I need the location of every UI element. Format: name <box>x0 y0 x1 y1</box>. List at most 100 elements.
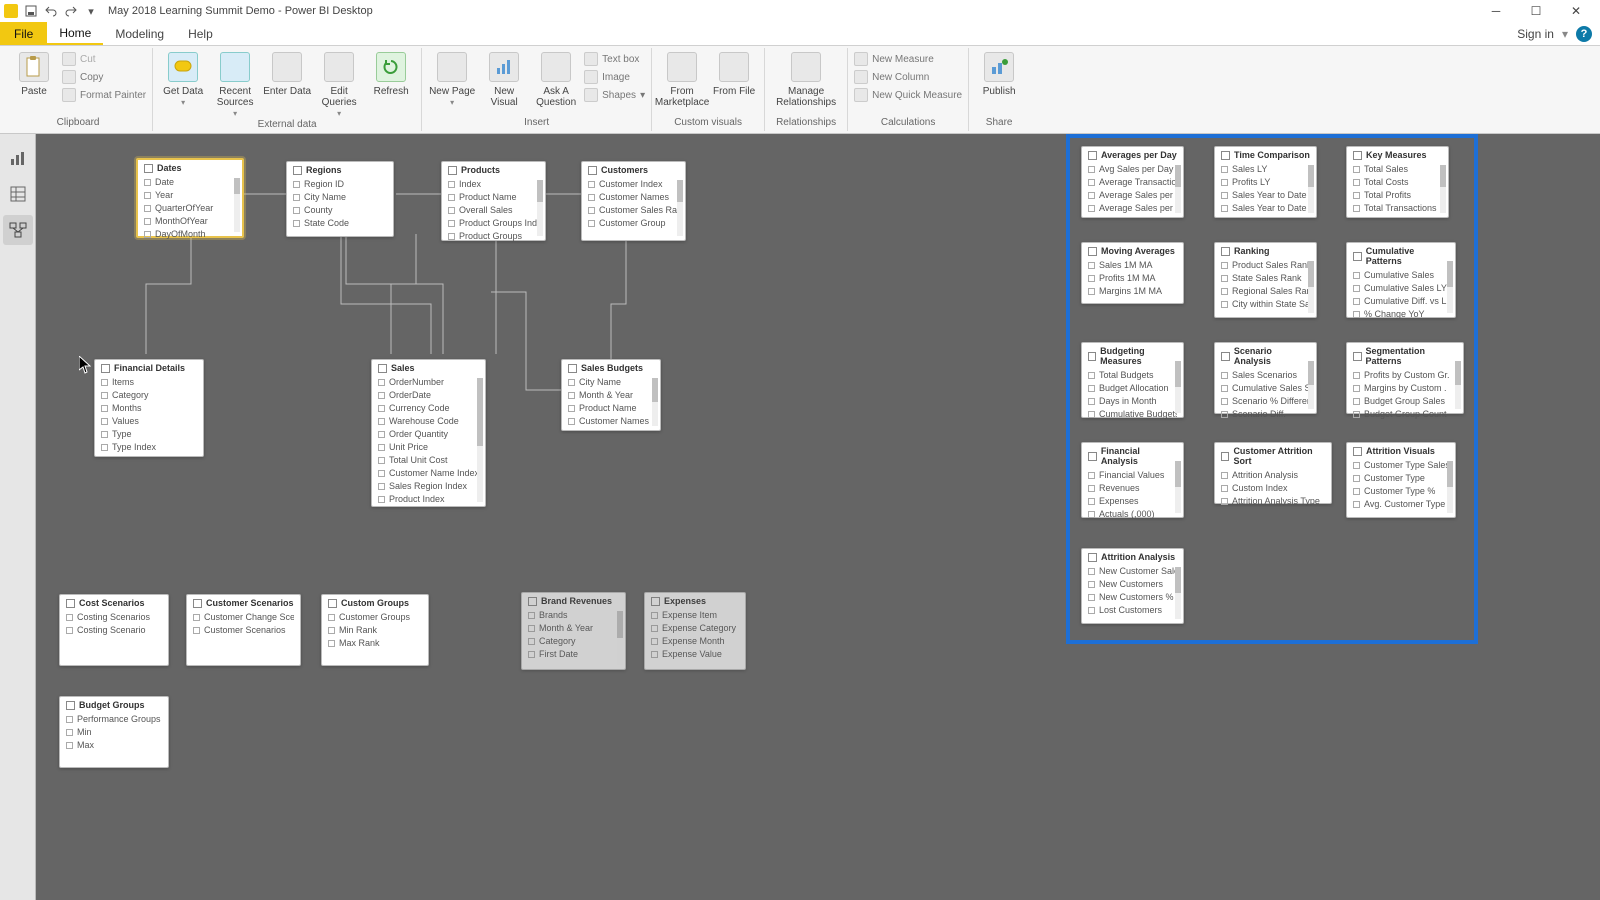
field-row[interactable]: Sales Region Index <box>378 480 479 492</box>
field-row[interactable]: Year <box>144 189 236 201</box>
new-measure-button[interactable]: New Measure <box>854 52 962 66</box>
field-row[interactable]: Region ID <box>293 178 387 190</box>
table-scenario-analysis[interactable]: Scenario Analysis Sales ScenariosCumulat… <box>1214 342 1317 414</box>
field-row[interactable]: Actuals (,000) <box>1088 508 1177 520</box>
field-row[interactable]: Sales LY <box>1221 163 1310 175</box>
field-row[interactable]: Category <box>528 635 619 647</box>
table-moving-averages[interactable]: Moving Averages Sales 1M MAProfits 1M MA… <box>1081 242 1184 304</box>
file-tab[interactable]: File <box>0 22 47 45</box>
field-row[interactable]: Expense Value <box>651 648 739 660</box>
field-row[interactable]: Product Groups Ind. <box>448 217 539 229</box>
image-button[interactable]: Image <box>584 70 645 84</box>
field-row[interactable]: Product Name <box>448 191 539 203</box>
ask-question-button[interactable]: Ask A Question <box>532 50 580 108</box>
new-page-button[interactable]: New Page▾ <box>428 50 476 108</box>
table-dates[interactable]: Dates DateYearQuarterOfYearMonthOfYearDa… <box>136 158 244 238</box>
from-marketplace-button[interactable]: From Marketplace <box>658 50 706 108</box>
table-cumulative-patterns[interactable]: Cumulative Patterns Cumulative SalesCumu… <box>1346 242 1456 318</box>
textbox-button[interactable]: Text box <box>584 52 645 66</box>
field-row[interactable]: Customer Change Scen. <box>193 611 294 623</box>
new-visual-button[interactable]: New Visual <box>480 50 528 108</box>
home-tab[interactable]: Home <box>47 22 103 45</box>
field-row[interactable]: Values <box>101 415 197 427</box>
table-customer-attrition-sort[interactable]: Customer Attrition Sort Attrition Analys… <box>1214 442 1332 504</box>
field-row[interactable]: Brands <box>528 609 619 621</box>
field-row[interactable]: State Code <box>293 217 387 229</box>
model-canvas[interactable]: Dates DateYearQuarterOfYearMonthOfYearDa… <box>36 134 1600 900</box>
field-row[interactable]: Total Budgets <box>1088 369 1177 381</box>
minimize-button[interactable]: ─ <box>1476 0 1516 22</box>
field-row[interactable]: New Customers <box>1088 578 1177 590</box>
field-row[interactable]: Custom Index <box>1221 482 1325 494</box>
field-row[interactable]: City Name <box>568 376 654 388</box>
field-row[interactable]: % Change YoY <box>1353 308 1449 320</box>
field-row[interactable]: Scenario Diff. <box>1221 408 1310 420</box>
publish-button[interactable]: Publish <box>975 50 1023 97</box>
table-financial-analysis[interactable]: Financial Analysis Financial ValuesReven… <box>1081 442 1184 518</box>
field-row[interactable]: Customer Type % <box>1353 485 1449 497</box>
field-row[interactable]: Month & Year <box>568 389 654 401</box>
field-row[interactable]: Category <box>101 389 197 401</box>
field-row[interactable]: Costing Scenario <box>66 624 162 636</box>
field-row[interactable]: Overall Sales <box>448 204 539 216</box>
sign-in-dropdown-icon[interactable]: ▾ <box>1562 27 1568 41</box>
field-row[interactable]: Unit Price <box>378 441 479 453</box>
field-row[interactable]: Profits 1M MA <box>1088 272 1177 284</box>
format-painter-button[interactable]: Format Painter <box>62 88 146 102</box>
field-row[interactable]: Month & Year <box>528 622 619 634</box>
field-row[interactable]: Expense Item <box>651 609 739 621</box>
field-row[interactable]: Cumulative Sales Sc. <box>1221 382 1310 394</box>
field-row[interactable]: OrderNumber <box>378 376 479 388</box>
field-row[interactable]: Performance Groups <box>66 713 162 725</box>
field-row[interactable]: Product Index <box>378 493 479 505</box>
save-icon[interactable] <box>24 4 38 18</box>
edit-queries-button[interactable]: Edit Queries▾ <box>315 50 363 119</box>
field-row[interactable]: Attrition Analysis <box>1221 469 1325 481</box>
field-row[interactable]: Customer Names <box>588 191 679 203</box>
field-row[interactable]: Total Sales <box>1353 163 1442 175</box>
table-key-measures[interactable]: Key Measures Total SalesTotal CostsTotal… <box>1346 146 1449 218</box>
field-row[interactable]: Scenario % Differenc. <box>1221 395 1310 407</box>
field-row[interactable]: New Customer Sales <box>1088 565 1177 577</box>
maximize-button[interactable]: ☐ <box>1516 0 1556 22</box>
close-button[interactable]: ✕ <box>1556 0 1596 22</box>
table-brand-revenues[interactable]: Brand Revenues BrandsMonth & YearCategor… <box>521 592 626 670</box>
field-row[interactable]: Total Costs <box>1353 176 1442 188</box>
field-row[interactable]: Cumulative Budgets <box>1088 408 1177 420</box>
field-row[interactable]: Profits by Custom Gr. <box>1353 369 1457 381</box>
field-row[interactable]: Revenues <box>1088 482 1177 494</box>
field-row[interactable]: Financial Values <box>1088 469 1177 481</box>
table-products[interactable]: Products IndexProduct NameOverall SalesP… <box>441 161 546 241</box>
new-quick-measure-button[interactable]: New Quick Measure <box>854 88 962 102</box>
table-attrition-visuals[interactable]: Attrition Visuals Customer Type SalesCus… <box>1346 442 1456 518</box>
field-row[interactable]: Currency Code <box>378 402 479 414</box>
field-row[interactable]: City within State Sal. <box>1221 298 1310 310</box>
field-row[interactable]: Customer Group <box>588 217 679 229</box>
help-tab[interactable]: Help <box>176 22 225 45</box>
field-row[interactable]: Customer Name Index <box>378 467 479 479</box>
field-row[interactable]: Expense Month <box>651 635 739 647</box>
field-row[interactable]: Customer Index <box>588 178 679 190</box>
from-file-button[interactable]: From File <box>710 50 758 97</box>
field-row[interactable]: Sales Year to Date L. <box>1221 202 1310 214</box>
field-row[interactable]: Max <box>66 739 162 751</box>
shapes-button[interactable]: Shapes ▾ <box>584 88 645 102</box>
field-row[interactable]: New Customers % <box>1088 591 1177 603</box>
field-row[interactable]: Budget Allocation <box>1088 382 1177 394</box>
field-row[interactable]: Customer Sales Rank <box>588 204 679 216</box>
field-row[interactable]: OrderDate <box>378 389 479 401</box>
report-view-button[interactable] <box>3 143 33 173</box>
table-sales[interactable]: Sales OrderNumberOrderDateCurrency CodeW… <box>371 359 486 507</box>
field-row[interactable]: Customer Type Sales <box>1353 459 1449 471</box>
field-row[interactable]: DayOfMonth <box>144 228 236 240</box>
copy-button[interactable]: Copy <box>62 70 146 84</box>
field-row[interactable]: Cumulative Sales LY <box>1353 282 1449 294</box>
field-row[interactable]: Product Groups <box>448 230 539 242</box>
field-row[interactable]: Index <box>448 178 539 190</box>
paste-button[interactable]: Paste <box>10 50 58 97</box>
field-row[interactable]: Days in Month <box>1088 395 1177 407</box>
table-averages-per-day[interactable]: Averages per Day Avg Sales per DayAverag… <box>1081 146 1184 218</box>
table-segmentation-patterns[interactable]: Segmentation Patterns Profits by Custom … <box>1346 342 1464 414</box>
field-row[interactable]: State Sales Rank <box>1221 272 1310 284</box>
field-row[interactable]: MonthOfYear <box>144 215 236 227</box>
